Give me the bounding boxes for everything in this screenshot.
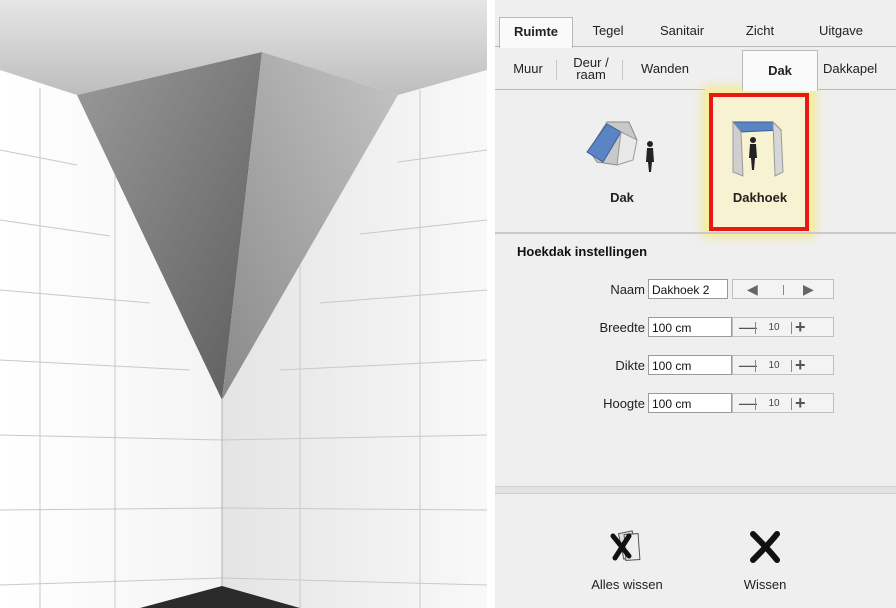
- naam-field[interactable]: Dakhoek 2: [648, 279, 728, 299]
- separator: [755, 360, 756, 372]
- subtab-deur-raam[interactable]: Deur / raam: [559, 50, 623, 88]
- dakhoek-tool-button[interactable]: Dakhoek: [710, 106, 810, 216]
- tab-separator: [556, 60, 557, 80]
- separator: [755, 398, 756, 410]
- subtab-dak[interactable]: Dak: [742, 50, 818, 91]
- next-arrow-icon[interactable]: ▶: [803, 279, 814, 299]
- separator: [783, 285, 784, 295]
- naam-label: Naam: [610, 282, 645, 297]
- separator: [791, 398, 792, 410]
- tab-label: Sanitair: [659, 23, 705, 38]
- tab-divider: [495, 89, 896, 90]
- tool-label: Dakhoek: [732, 190, 788, 205]
- separator: [791, 322, 792, 334]
- alles-wissen-button[interactable]: Alles wissen: [575, 526, 679, 602]
- plus-icon[interactable]: +: [795, 317, 806, 337]
- separator: [755, 322, 756, 334]
- room-render: [0, 0, 487, 608]
- clear-all-icon: [610, 530, 641, 561]
- dikte-stepper: — 10 +: [732, 355, 834, 375]
- hoogte-label: Hoogte: [603, 396, 645, 411]
- subtab-label: Muur: [513, 61, 543, 76]
- tab-zicht[interactable]: Zicht: [723, 17, 797, 45]
- dak-tool-button[interactable]: Dak: [577, 110, 667, 210]
- previous-arrow-icon[interactable]: ◀: [747, 279, 758, 299]
- subtab-wanden[interactable]: Wanden: [625, 50, 705, 88]
- step-value: 10: [768, 398, 780, 409]
- breedte-field[interactable]: 100 cm: [648, 317, 732, 337]
- action-label: Wissen: [743, 577, 787, 592]
- roof-icon: [586, 121, 654, 172]
- tab-tegel[interactable]: Tegel: [575, 17, 641, 45]
- 3d-viewport[interactable]: [0, 0, 487, 608]
- step-value: 10: [768, 322, 780, 333]
- plus-icon[interactable]: +: [795, 393, 806, 413]
- subtab-muur[interactable]: Muur: [499, 50, 557, 88]
- breedte-stepper: — 10 +: [732, 317, 834, 337]
- corner-roof-icon: [731, 120, 784, 177]
- tab-label: Uitgave: [818, 23, 864, 38]
- dikte-field[interactable]: 100 cm: [648, 355, 732, 375]
- hoogte-field[interactable]: 100 cm: [648, 393, 732, 413]
- subtab-label: Wanden: [641, 61, 689, 76]
- section-divider: [495, 486, 896, 494]
- hoogte-stepper: — 10 +: [732, 393, 834, 413]
- tab-uitgave[interactable]: Uitgave: [801, 17, 881, 45]
- settings-title: Hoekdak instellingen: [517, 244, 648, 259]
- naam-navigator: ◀ ▶: [732, 279, 834, 299]
- tool-label: Dak: [610, 190, 634, 205]
- breedte-label: Breedte: [599, 320, 645, 335]
- subtab-label: Dakkapel: [823, 61, 878, 76]
- tab-ruimte[interactable]: Ruimte: [499, 17, 573, 48]
- tab-label: Zicht: [745, 23, 775, 38]
- subtab-dakkapel[interactable]: Dakkapel: [817, 50, 896, 88]
- plus-icon[interactable]: +: [795, 355, 806, 375]
- wissen-button[interactable]: Wissen: [725, 526, 805, 602]
- dikte-label: Dikte: [615, 358, 645, 373]
- tab-separator: [622, 60, 623, 80]
- delete-icon: [750, 531, 780, 563]
- separator: [791, 360, 792, 372]
- properties-panel: Ruimte Tegel Sanitair Zicht Uitgave Muur…: [495, 0, 896, 608]
- tab-label: Ruimte: [513, 24, 559, 39]
- tab-label: Tegel: [592, 23, 624, 38]
- subtab-label: Dak: [768, 63, 792, 78]
- subtab-label: Deur / raam: [573, 55, 609, 82]
- tab-sanitair[interactable]: Sanitair: [645, 17, 719, 45]
- step-value: 10: [768, 360, 780, 371]
- section-divider: [495, 232, 896, 234]
- action-label: Alles wissen: [591, 577, 663, 592]
